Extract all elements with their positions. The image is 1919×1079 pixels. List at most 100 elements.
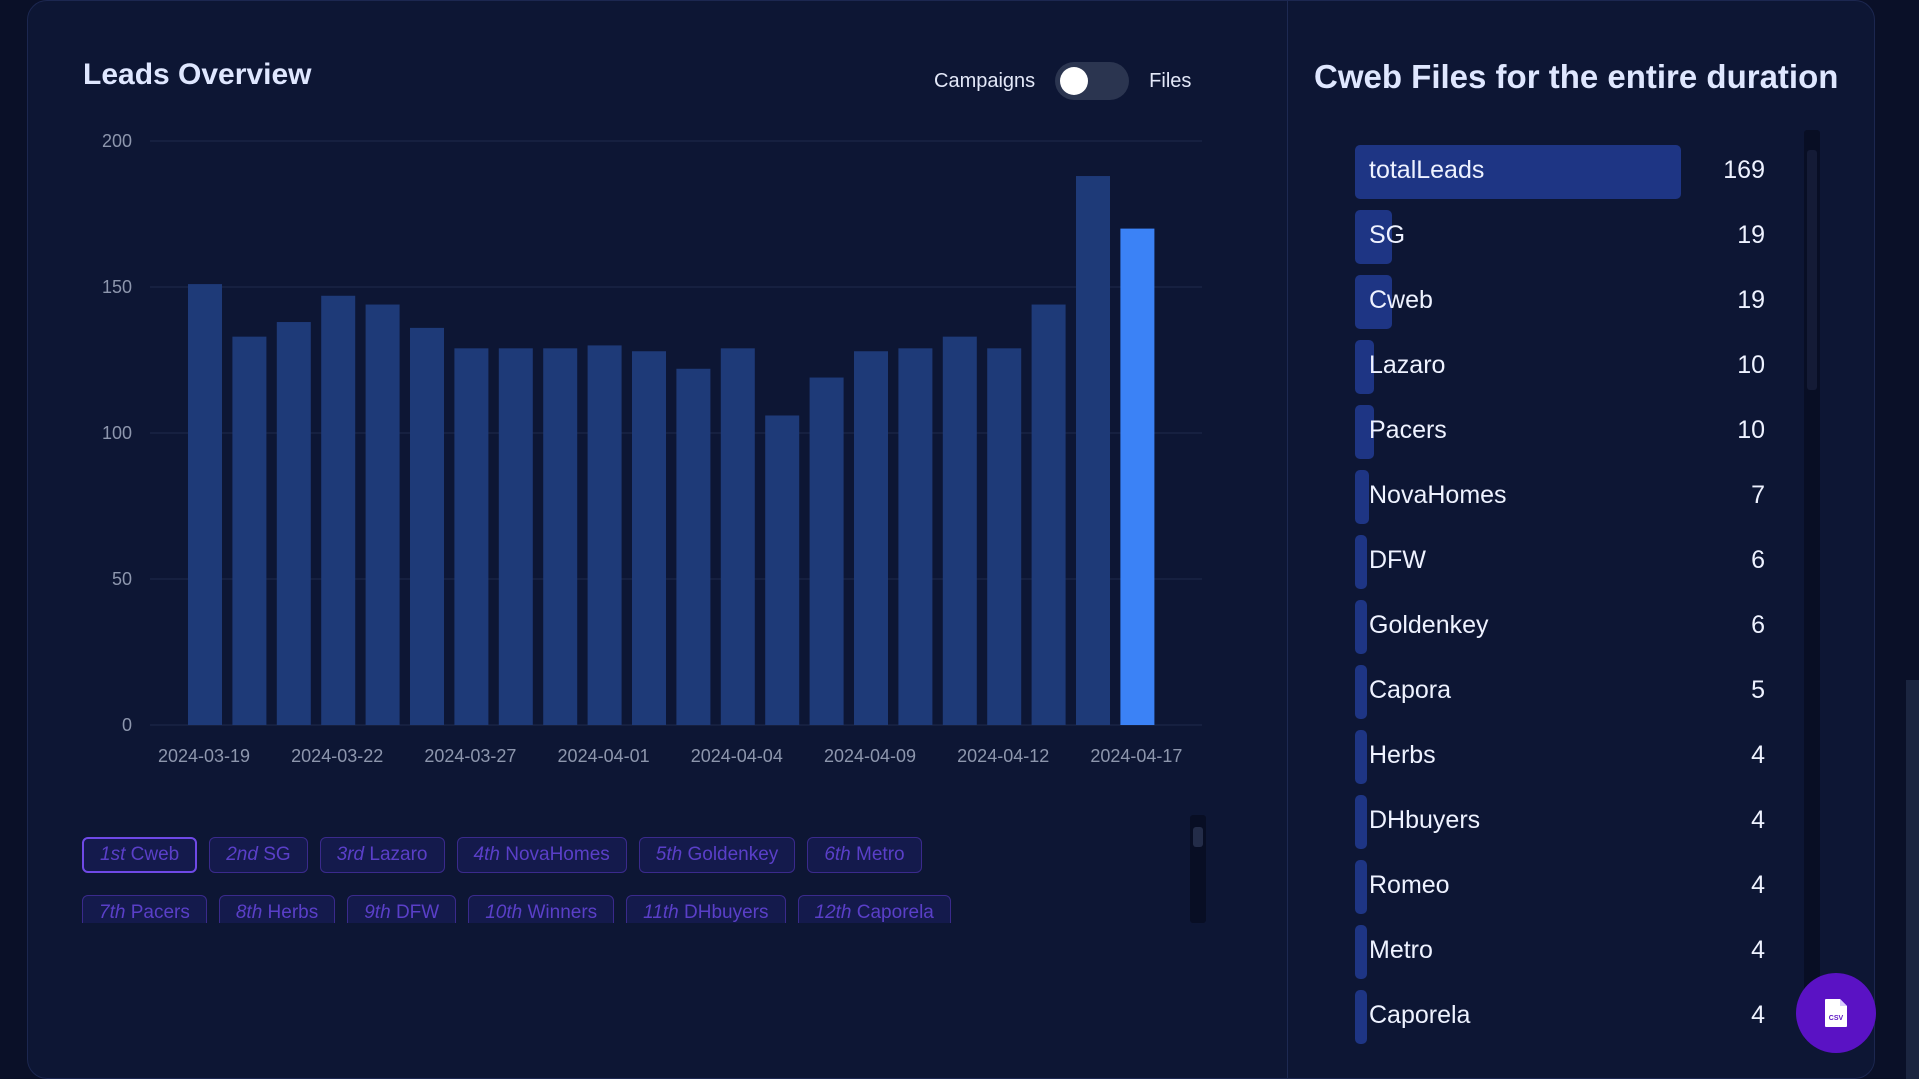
leads-overview-title: Leads Overview	[83, 58, 312, 91]
bar-highlighted[interactable]	[1120, 228, 1155, 725]
rank-chip[interactable]: 2nd SG	[209, 837, 308, 873]
x-tick-label: 2024-03-22	[291, 746, 383, 766]
x-tick-label: 2024-04-09	[824, 746, 916, 766]
file-list-item[interactable]: SG 19	[1355, 210, 1765, 275]
file-count: 4	[1751, 741, 1765, 769]
rank-ordinal: 9th	[364, 902, 391, 923]
toggle-knob[interactable]	[1060, 67, 1089, 95]
page-scrollbar[interactable]	[1906, 680, 1919, 1079]
rank-ordinal: 7th	[99, 902, 126, 923]
rank-name: DHbuyers	[684, 902, 769, 923]
rank-name: Goldenkey	[687, 844, 779, 865]
rank-chip[interactable]: 8th Herbs	[218, 895, 336, 923]
file-list-item[interactable]: Pacers 10	[1355, 405, 1765, 470]
toggle-label-files[interactable]: Files	[1149, 70, 1191, 93]
file-list-item[interactable]: Lazaro 10	[1355, 340, 1765, 405]
rank-chip[interactable]: 12th Caporela	[797, 895, 951, 923]
file-name: Capora	[1369, 676, 1451, 704]
file-value-bar	[1355, 990, 1367, 1044]
rank-chip[interactable]: 10th Winners	[468, 895, 615, 923]
rank-chip[interactable]: 6th Metro	[807, 837, 922, 873]
rank-ordinal: 5th	[655, 844, 683, 865]
y-tick-label: 100	[102, 423, 132, 443]
bar[interactable]	[543, 348, 578, 725]
file-count: 19	[1737, 286, 1765, 314]
bar[interactable]	[276, 322, 311, 725]
file-list-item[interactable]: Caporela 4	[1355, 990, 1765, 1055]
csv-download-button[interactable]: CSV	[1796, 973, 1876, 1053]
rank-name: DFW	[395, 902, 440, 923]
bar[interactable]	[1076, 176, 1110, 725]
rank-chip[interactable]: 11th DHbuyers	[626, 895, 786, 923]
file-list-item[interactable]: Romeo 4	[1355, 860, 1765, 925]
rank-chip[interactable]: 3rd Lazaro	[319, 837, 445, 873]
file-list-item[interactable]: DFW 6	[1355, 535, 1765, 600]
rank-ordinal: 4th	[473, 844, 500, 865]
bar[interactable]	[676, 368, 711, 725]
file-name: Cweb	[1369, 286, 1433, 314]
file-count: 5	[1751, 676, 1765, 704]
file-value-bar	[1355, 730, 1367, 784]
file-list-item[interactable]: NovaHomes 7	[1355, 470, 1765, 535]
rank-chip[interactable]: 1st Cweb	[82, 837, 198, 873]
file-name: DHbuyers	[1369, 806, 1481, 834]
rank-chip[interactable]: 9th DFW	[347, 895, 457, 923]
files-list-scroll-thumb[interactable]	[1807, 150, 1817, 390]
file-name: Goldenkey	[1369, 611, 1489, 639]
bar[interactable]	[587, 345, 622, 725]
rank-chip[interactable]: 4th NovaHomes	[456, 837, 627, 873]
rank-name: Winners	[527, 902, 598, 923]
file-list-item[interactable]: DHbuyers 4	[1355, 795, 1765, 860]
rank-name: SG	[263, 844, 291, 865]
bar[interactable]	[410, 327, 444, 725]
file-list-item[interactable]: totalLeads 169	[1355, 145, 1765, 210]
rank-ordinal: 12th	[814, 902, 852, 923]
file-name: Lazaro	[1369, 351, 1446, 379]
rank-ordinal: 8th	[235, 902, 263, 923]
campaigns-files-toggle[interactable]	[1055, 62, 1130, 100]
bar[interactable]	[987, 348, 1022, 725]
bar[interactable]	[232, 336, 267, 725]
rankings-area: 1st Cweb 2nd SG 3rd Lazaro 4th NovaHomes 5th…	[82, 830, 1217, 923]
files-list-scrollbar[interactable]	[1804, 130, 1820, 1040]
file-list-item[interactable]: Cweb 19	[1355, 275, 1765, 340]
rank-name: Cweb	[130, 844, 180, 865]
toggle-label-campaigns[interactable]: Campaigns	[934, 70, 1035, 93]
file-count: 19	[1737, 221, 1765, 249]
leads-bar-chart: 0 50 100 150 200 2024-03-19 2024-03-22 2024-03-…	[102, 131, 1202, 766]
rank-chip[interactable]: 5th Goldenkey	[638, 837, 796, 873]
rankings-scrollbar[interactable]	[1190, 815, 1206, 923]
rank-ordinal: 2nd	[226, 844, 258, 865]
file-list-item[interactable]: Capora 5	[1355, 665, 1765, 730]
file-count: 6	[1751, 611, 1765, 639]
bar[interactable]	[765, 415, 800, 725]
bar[interactable]	[365, 304, 400, 725]
file-count: 7	[1751, 481, 1765, 509]
bar[interactable]	[854, 351, 888, 725]
bar[interactable]	[720, 348, 755, 725]
file-value-bar	[1355, 600, 1367, 654]
rankings-scroll-thumb[interactable]	[1193, 827, 1203, 847]
panel-divider	[1287, 1, 1288, 1078]
bar[interactable]	[321, 295, 356, 725]
bar[interactable]	[1031, 304, 1066, 725]
file-count: 169	[1723, 156, 1765, 184]
file-list-item[interactable]: Metro 4	[1355, 925, 1765, 990]
file-name: Caporela	[1369, 1001, 1471, 1029]
rank-ordinal: 3rd	[336, 844, 365, 865]
bar[interactable]	[942, 336, 977, 725]
bar[interactable]	[898, 348, 933, 725]
bar[interactable]	[188, 284, 222, 725]
file-name: Herbs	[1369, 741, 1436, 769]
file-list-item[interactable]: Herbs 4	[1355, 730, 1765, 795]
bar[interactable]	[498, 348, 533, 725]
file-name: Metro	[1369, 936, 1433, 964]
bar[interactable]	[809, 377, 844, 725]
rank-name: NovaHomes	[505, 844, 610, 865]
file-name: Pacers	[1369, 416, 1447, 444]
bar[interactable]	[632, 351, 666, 725]
rank-chip[interactable]: 7th Pacers	[82, 895, 207, 923]
bar[interactable]	[454, 348, 489, 725]
file-name: DFW	[1369, 546, 1426, 574]
file-list-item[interactable]: Goldenkey 6	[1355, 600, 1765, 665]
